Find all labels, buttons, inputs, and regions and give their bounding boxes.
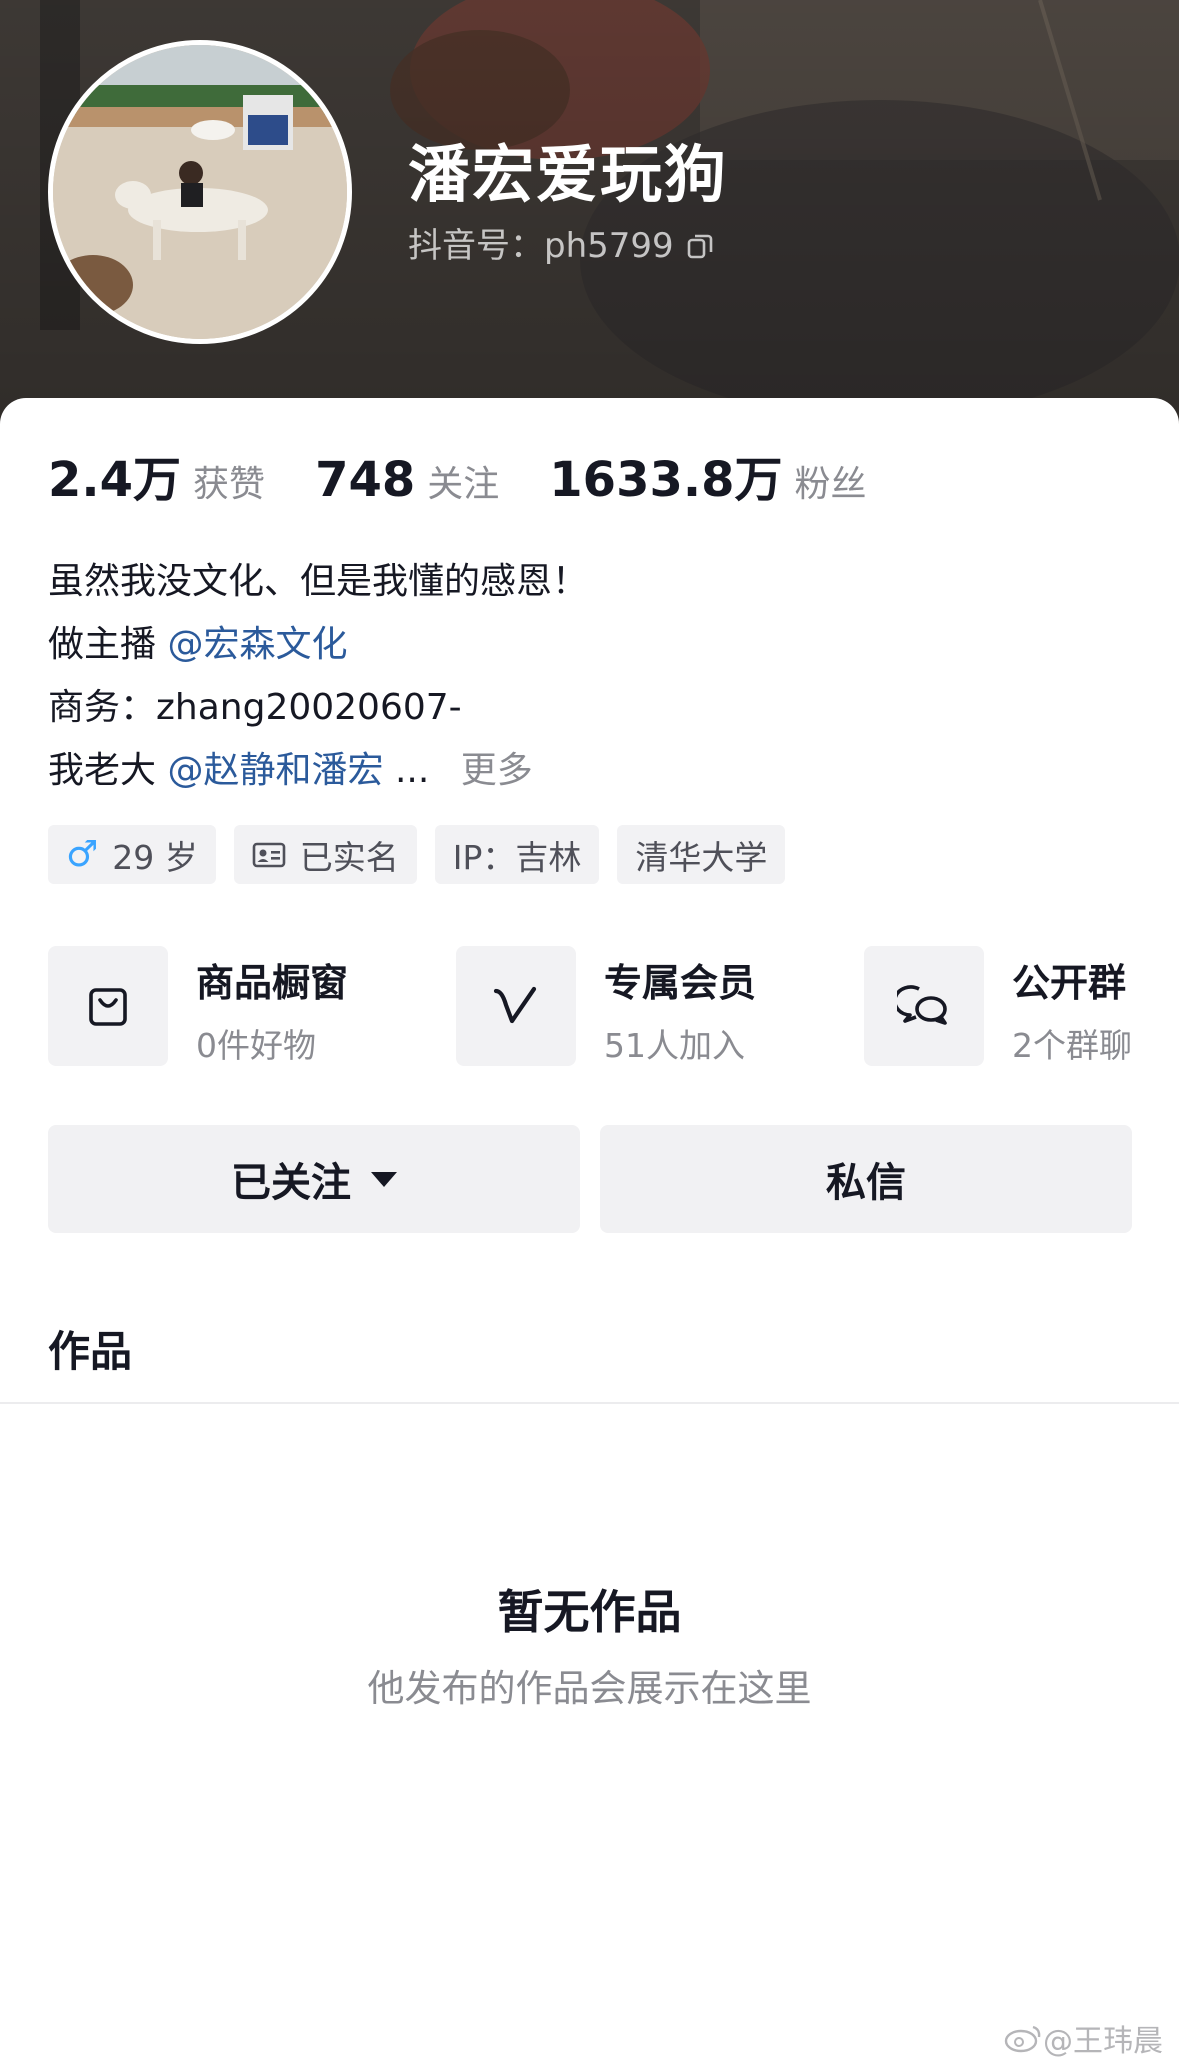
chat-bubbles-icon: [864, 946, 984, 1066]
douyin-id-text: 抖音号：ph5799: [408, 226, 674, 266]
douyin-id: 抖音号：ph5799: [408, 218, 714, 267]
feature-product-title: 商品橱窗: [196, 961, 349, 1005]
bio-line-2-text: 做主播: [48, 624, 157, 665]
profile-actions: 已关注 私信: [48, 1125, 1132, 1233]
bio-mention-hongsen[interactable]: @宏森文化: [167, 624, 347, 665]
tab-works[interactable]: 作品: [48, 1318, 132, 1379]
feature-entries: 商品橱窗 0件好物 专属会员 51人加入 公开群 2个群聊: [48, 946, 1179, 1066]
avatar-photo: [53, 45, 347, 339]
tag-verified: 已实名: [233, 825, 417, 884]
empty-works-subtitle: 他发布的作品会展示在这里: [367, 1667, 812, 1710]
empty-works-title: 暂无作品: [497, 1585, 682, 1639]
feature-membership[interactable]: 专属会员 51人加入: [456, 946, 756, 1066]
feature-membership-sub: 51人加入: [604, 1026, 745, 1065]
v-member-icon: [456, 946, 576, 1066]
tag-ip-text: IP：吉林: [452, 837, 582, 877]
feature-product-text: 商品橱窗 0件好物: [196, 946, 348, 1066]
stat-followers-label: 粉丝: [794, 464, 867, 505]
bio-line-4: 我老大 @赵静和潘宏 ... 更多: [48, 739, 588, 802]
tag-age-text: 29 岁: [112, 837, 198, 877]
tag-ip: IP：吉林: [434, 825, 600, 884]
feature-product-sub: 0件好物: [196, 1026, 316, 1065]
bio-more-link[interactable]: 更多: [461, 750, 533, 791]
id-card-icon: [252, 842, 286, 867]
weibo-logo-icon: [1004, 2025, 1041, 2053]
feature-group-sub: 2个群聊: [1012, 1026, 1132, 1065]
feature-membership-text: 专属会员 51人加入: [604, 946, 756, 1066]
male-icon: ♂: [66, 834, 99, 875]
feature-group-text: 公开群 2个群聊: [1012, 946, 1132, 1066]
watermark-text: @王玮晨: [1043, 2024, 1163, 2059]
bio-ellipsis: ...: [394, 750, 430, 791]
message-button[interactable]: 私信: [600, 1125, 1132, 1233]
feature-public-group[interactable]: 公开群 2个群聊: [864, 946, 1132, 1066]
tag-school[interactable]: 清华大学: [617, 825, 786, 884]
stat-followers-value: 1633.8万: [549, 452, 783, 508]
shopping-bag-icon: [48, 946, 168, 1066]
tag-verified-text: 已实名: [299, 837, 399, 877]
caret-down-icon: [371, 1171, 397, 1187]
followed-button-label: 已关注: [231, 1160, 351, 1206]
profile-stats: 2.4万 获赞 748 关注 1633.8万 粉丝: [48, 440, 917, 510]
tag-school-text: 清华大学: [635, 837, 768, 877]
bio-line-2: 做主播 @宏森文化: [48, 613, 588, 676]
stat-likes-label: 获赞: [193, 464, 266, 505]
profile-card: 2.4万 获赞 748 关注 1633.8万 粉丝 虽然我没文化、但是我懂的感恩…: [0, 398, 1179, 2070]
stat-following-value: 748: [315, 452, 416, 508]
profile-tags: ♂ 29 岁 已实名 IP：吉林 清华大学: [48, 825, 803, 884]
stat-followers[interactable]: 1633.8万 粉丝: [549, 440, 866, 510]
message-button-label: 私信: [826, 1160, 906, 1206]
feature-group-title: 公开群: [1012, 961, 1127, 1005]
feature-membership-title: 专属会员: [604, 961, 757, 1005]
stat-likes-value: 2.4万: [48, 452, 182, 508]
followed-button[interactable]: 已关注: [48, 1125, 580, 1233]
profile-nickname: 潘宏爱玩狗: [408, 138, 729, 211]
tab-divider: [0, 1402, 1179, 1404]
copy-icon[interactable]: [686, 229, 714, 258]
bio-mention-zhaojing[interactable]: @赵静和潘宏: [167, 750, 383, 791]
stat-likes[interactable]: 2.4万 获赞: [48, 440, 265, 510]
stat-following-label: 关注: [427, 464, 500, 505]
bio-line-4-text: 我老大: [48, 750, 157, 791]
tag-gender-age: ♂ 29 岁: [48, 825, 216, 884]
feature-product-showcase[interactable]: 商品橱窗 0件好物: [48, 946, 348, 1066]
weibo-watermark: @王玮晨: [1003, 2016, 1163, 2060]
bio-line-1: 虽然我没文化、但是我懂的感恩！: [48, 561, 589, 602]
profile-bio: 虽然我没文化、但是我懂的感恩！ 做主播 @宏森文化 商务：zhang200206…: [48, 550, 588, 802]
stat-following[interactable]: 748 关注: [315, 452, 499, 508]
bio-line-3: 商务：zhang20020607-: [48, 687, 462, 728]
avatar[interactable]: [48, 40, 352, 344]
